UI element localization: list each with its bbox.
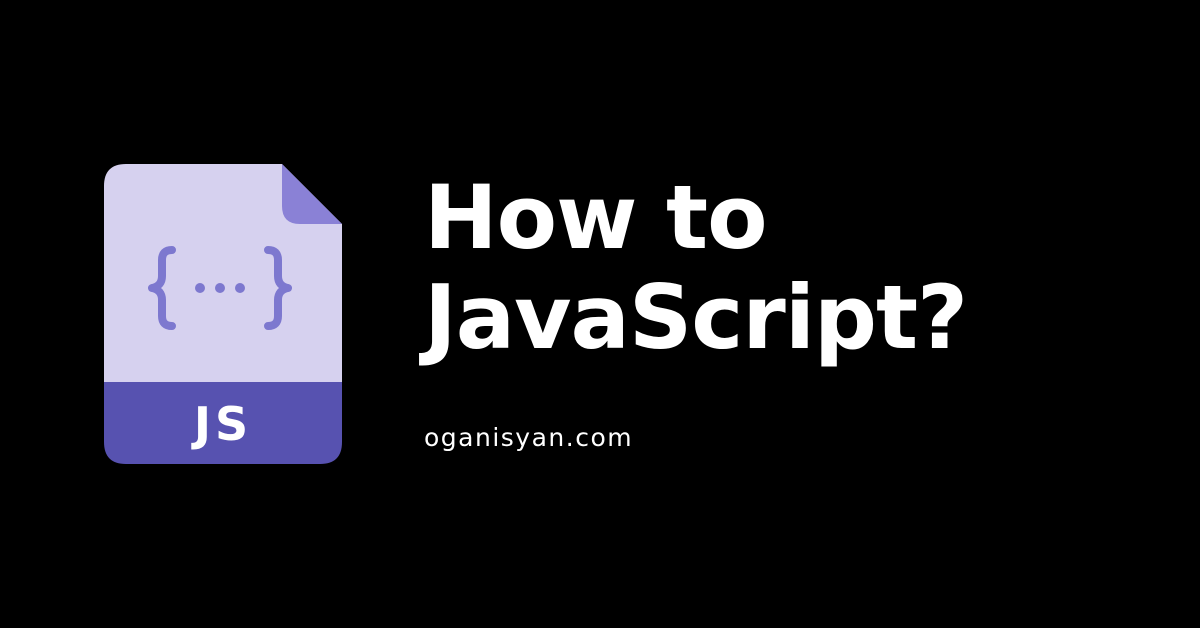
title-line-1: How to (424, 166, 768, 269)
page-title: How to JavaScript? (424, 166, 968, 369)
js-label: JS (191, 397, 252, 451)
website-url: oganisyan.com (424, 423, 634, 452)
js-file-icon: JS (104, 164, 342, 464)
title-line-2: JavaScript? (424, 266, 968, 369)
banner-background: JS How to JavaScript? oganisyan.com (0, 0, 1200, 628)
